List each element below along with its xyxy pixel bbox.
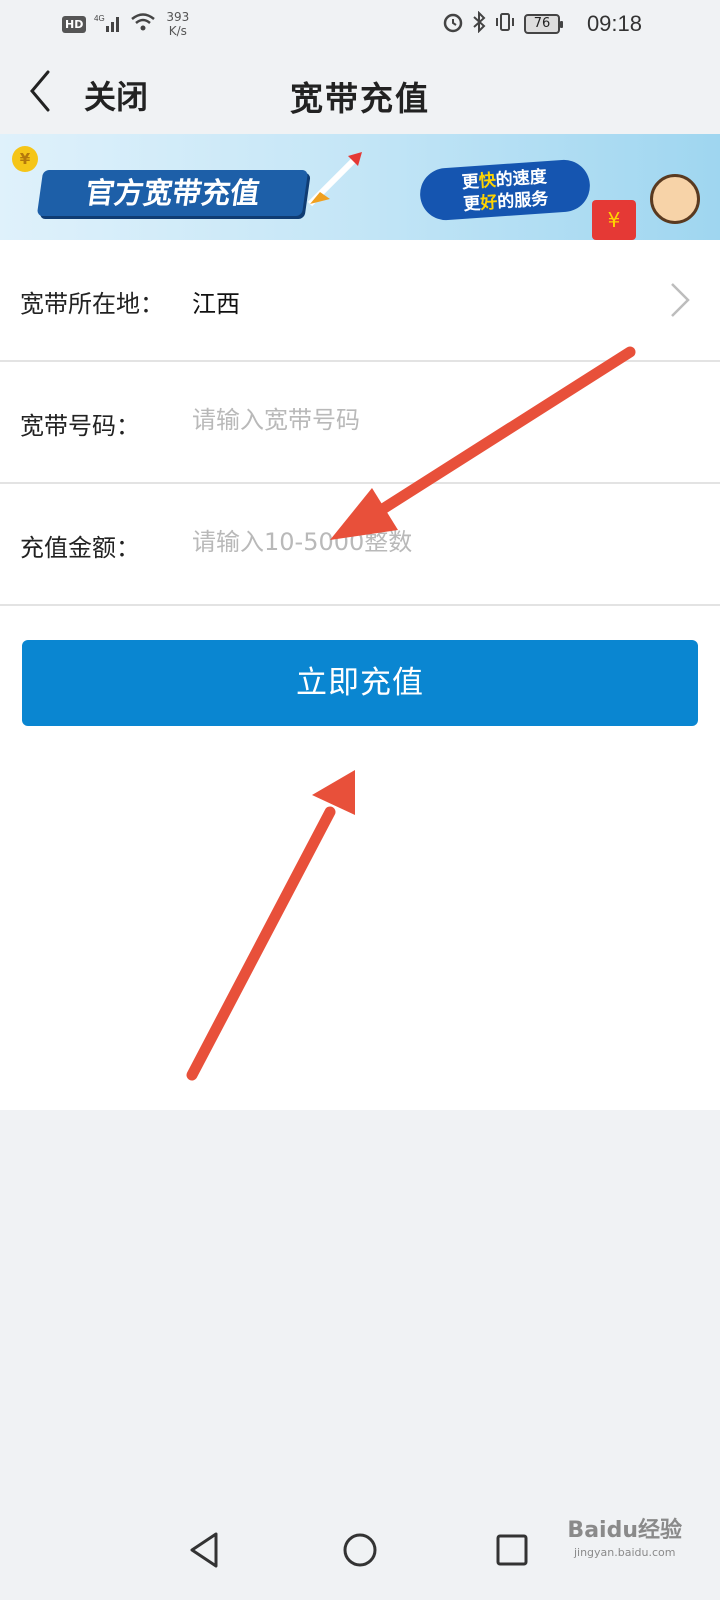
status-bar: HD 4G 393 K/s 76 09:18 — [0, 0, 720, 48]
nav-back-icon[interactable] — [186, 1530, 226, 1570]
signal-icon: 4G — [94, 13, 122, 36]
chevron-right-icon — [671, 283, 690, 317]
vibrate-icon — [494, 11, 516, 37]
cartoon-mascot — [650, 174, 700, 224]
location-row[interactable]: 宽带所在地： 江西 — [0, 240, 720, 362]
header: 关闭 宽带充值 — [0, 48, 720, 134]
location-label: 宽带所在地： — [20, 290, 164, 318]
alarm-icon — [442, 11, 464, 37]
promo-banner[interactable]: ¥ 官方宽带充值 更快的速度 更好的服务 ¥ — [0, 134, 720, 240]
nav-home-icon[interactable] — [340, 1530, 380, 1570]
amount-input[interactable] — [192, 522, 692, 562]
bluetooth-icon — [472, 10, 486, 37]
net-speed-value: 393 — [166, 10, 190, 24]
hd-badge: HD — [62, 15, 87, 33]
svg-text:4G: 4G — [94, 14, 105, 23]
broadband-number-input[interactable] — [192, 400, 692, 440]
watermark: Baidu经验 jingyan.baidu.com — [567, 1520, 682, 1564]
page-title: 宽带充值 — [290, 79, 430, 118]
net-speed: 393 K/s — [166, 10, 189, 38]
recharge-form: 宽带所在地： 江西 宽带号码： 充值金额： 立即充值 — [0, 240, 720, 1110]
number-row: 宽带号码： — [0, 362, 720, 484]
net-speed-unit: K/s — [168, 24, 187, 38]
recharge-submit-button[interactable]: 立即充值 — [22, 640, 698, 726]
location-value: 江西 — [192, 290, 240, 318]
rocket-icon — [307, 152, 362, 207]
amount-row: 充值金额： — [0, 484, 720, 606]
battery-icon: 76 — [524, 14, 563, 34]
banner-slogan: 更快的速度 更好的服务 — [418, 158, 592, 222]
nav-recents-icon[interactable] — [492, 1530, 532, 1570]
watermark-brand: Baidu经验 — [567, 1518, 682, 1543]
coin-icon: ¥ — [12, 146, 38, 172]
wifi-icon — [130, 12, 156, 36]
amount-label: 充值金额： — [20, 534, 140, 562]
clock: 09:18 — [586, 11, 642, 36]
status-right: 76 — [442, 10, 563, 37]
watermark-url: jingyan.baidu.com — [573, 1546, 676, 1559]
number-label: 宽带号码： — [20, 412, 140, 440]
banner-headline: 官方宽带充值 — [36, 170, 309, 216]
red-envelope-icon: ¥ — [592, 200, 636, 240]
status-left: HD 4G 393 K/s — [62, 10, 189, 38]
